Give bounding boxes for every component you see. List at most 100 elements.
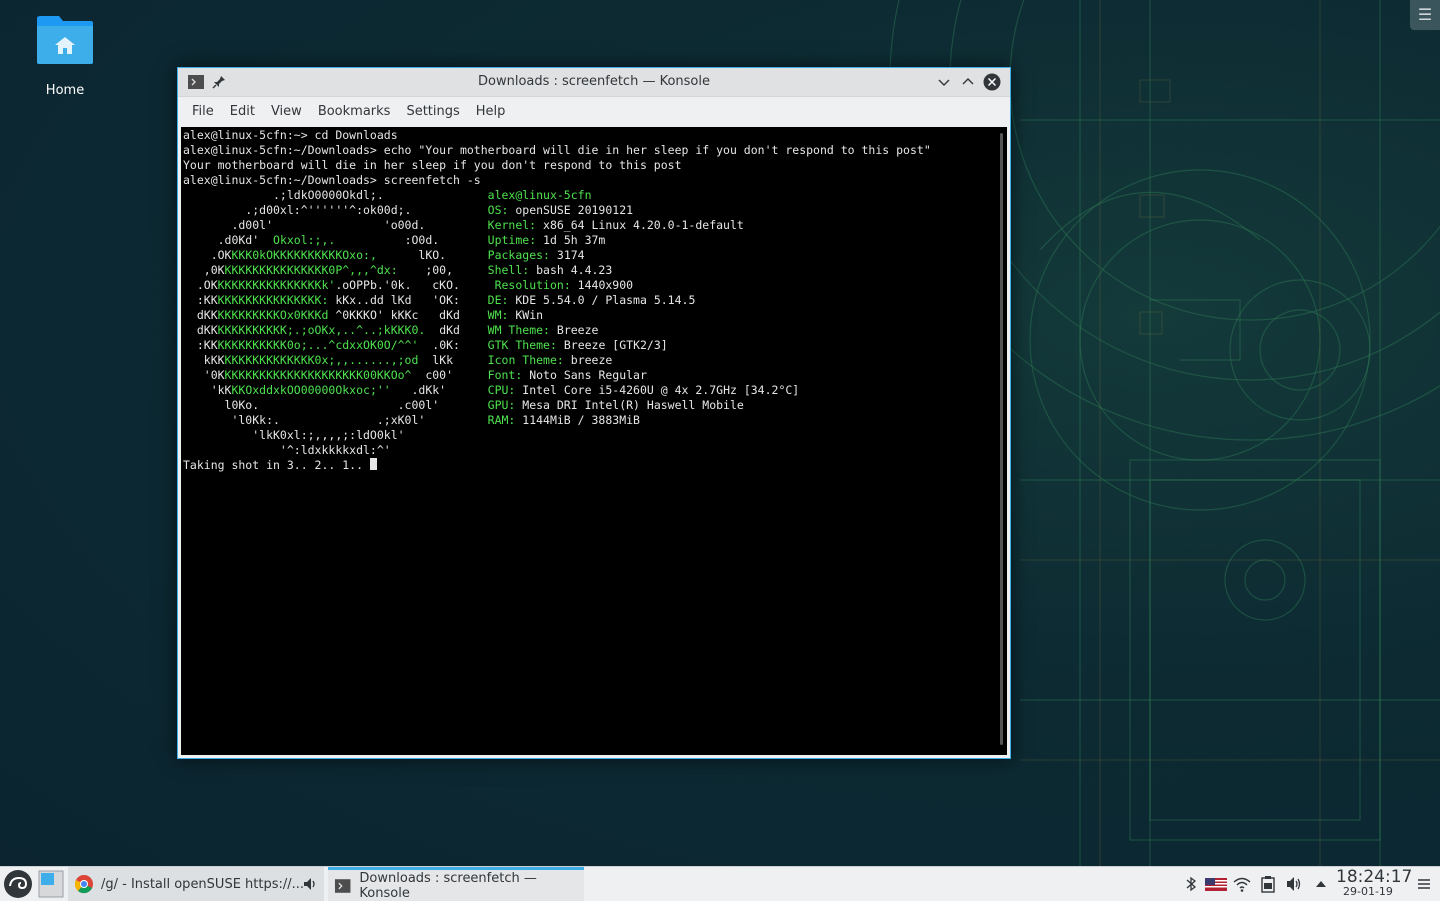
pager-desktop-icon[interactable] [38,870,64,898]
task-browser-label: /g/ - Install openSUSE https://... [101,876,305,892]
terminal-text-segment: KKOxddxkOO00000Okxoc;'' [231,383,391,397]
terminal-line: alex@linux-5cfn:~/Downloads> screenfetch… [183,173,931,188]
terminal-line: 'kKKKOxddxkOO00000Okxoc;'' .dKk' CPU: In… [183,383,931,398]
menubar: File Edit View Bookmarks Settings Help [178,97,1010,126]
terminal-text-segment: 3174 [556,248,585,262]
terminal-line: 'l0Kk:. .;xK0l' RAM: 1144MiB / 3883MiB [183,413,931,428]
terminal-text-segment: ;00, [397,263,488,277]
terminal-cursor [369,458,377,470]
terminal-text-segment: Breeze [556,323,599,337]
terminal-line: .d0Kd' Okxol:;,. :O0d. Uptime: 1d 5h 37m [183,233,931,248]
menu-view[interactable]: View [263,104,310,119]
home-label: Home [45,83,85,98]
terminal-line: l0Ko. .c00l' GPU: Mesa DRI Intel(R) Hasw… [183,398,931,413]
menu-file[interactable]: File [184,104,222,119]
terminal-text-segment: KKKKKKKKKK;.;oOKx,..^..;kKKK0. [217,323,426,337]
home-desktop-icon[interactable]: Home [30,12,100,98]
terminal-view[interactable]: alex@linux-5cfn:~> cd Downloads alex@linu… [181,127,1007,755]
folder-icon [35,12,95,66]
terminal-text-segment: .;d00xl:^''''''^:ok00d;. [183,203,488,217]
terminal-line: dKKKKKKKKKKKK;.;oOKx,..^..;kKKK0. dKd WM… [183,323,931,338]
terminal-line: '^:ldxkkkkxdl:^' [183,443,931,458]
terminal-text-segment: x86_64 Linux 4.20.0-1-default [543,218,744,232]
terminal-text-segment: RAM: [487,413,523,427]
terminal-text-segment: alex@linux-5cfn:~> cd Downloads [183,128,398,142]
terminal-text-segment: :O0d. [335,233,488,247]
terminal-text-segment: l0Ko. .c00l' [183,398,488,412]
bluetooth-icon[interactable] [1182,875,1200,893]
terminal-text-segment: KKKKKKKKKOx0KKKd [217,308,329,322]
terminal-line: '0KKKKKKKKKKKKKKKKKKKKK00KKOo^ c00' Font… [183,368,931,383]
terminal-text-segment: '0K [183,368,225,382]
task-browser[interactable]: /g/ - Install openSUSE https://... [68,867,324,901]
clock-time[interactable]: 18:24:17 [1336,867,1412,887]
terminal-text-segment: .0K: [418,338,488,352]
speaker-icon[interactable] [302,876,318,892]
terminal-text-segment: .OK [183,248,232,262]
terminal-text-segment: Font: [487,368,530,382]
window-titlebar[interactable]: Downloads : screenfetch — Konsole [178,68,1010,97]
terminal-text-segment: .OK [183,278,218,292]
terminal-text-segment: KDE 5.54.0 / Plasma 5.14.5 [515,293,696,307]
terminal-text-segment: dKd [425,323,488,337]
desktop-toolbox-button[interactable]: ☰ [1410,0,1440,30]
terminal-text-segment: GPU: [487,398,523,412]
terminal-text-segment: 'l0Kk:. .;xK0l' [183,413,488,427]
konsole-icon [334,878,351,893]
terminal-text-segment: dKK [183,308,218,322]
terminal-line: :KKKKKKKKKKKK0o;...^cdxxOK0O/^^' .0K: GT… [183,338,931,353]
terminal-scrollbar[interactable] [1000,133,1003,745]
terminal-text-segment: Noto Sans Regular [529,368,647,382]
menu-bookmarks[interactable]: Bookmarks [310,104,399,119]
terminal-text-segment: Icon Theme: [487,353,571,367]
menu-edit[interactable]: Edit [222,104,263,119]
terminal-text-segment: KWin [515,308,544,322]
terminal-text-segment: lKk [418,353,488,367]
terminal-text-segment: bash 4.4.23 [536,263,613,277]
terminal-text-segment: lKO. [376,248,488,262]
window-title: Downloads : screenfetch — Konsole [478,74,710,89]
terminal-text-segment: 'lkK0xl:;,,,,;:ldO0kl' [183,428,488,442]
terminal-text-segment: .d0Kd' [183,233,274,247]
terminal-text-segment: KKK0kOKKKKKKKKKKOxo:, [231,248,377,262]
panel-menu-icon[interactable] [1415,875,1433,893]
terminal-line: dKKKKKKKKKKKOx0KKKd ^0KKKO' kKKc dKd WM:… [183,308,931,323]
close-icon[interactable] [983,73,1001,91]
chrome-icon [74,875,93,894]
terminal-text-segment: KKKKKKKKKKKKKKKk' [217,278,336,292]
hamburger-icon: ☰ [1417,5,1433,24]
terminal-text-segment: ,0K [183,263,225,277]
terminal-line: .;d00xl:^''''''^:ok00d;. OS: openSUSE 20… [183,203,931,218]
terminal-text-segment: Your motherboard will die in her sleep i… [183,158,682,172]
terminal-line: kKKKKKKKKKKKKKKK0x;,,......,;od lKk Icon… [183,353,931,368]
terminal-text-segment: KKKKKKKKKKKKK0x;,,......,;od [224,353,419,367]
terminal-text-segment: GTK Theme: [487,338,564,352]
minimize-icon[interactable] [935,73,953,91]
terminal-line: .d00l' 'o00d. Kernel: x86_64 Linux 4.20.… [183,218,931,233]
menu-help[interactable]: Help [468,104,514,119]
menu-settings[interactable]: Settings [398,104,467,119]
terminal-text-segment: Breeze [GTK2/3] [563,338,668,352]
clipboard-icon[interactable] [1259,875,1277,893]
terminal-text-segment: Packages: [487,248,557,262]
terminal-text-segment: Shell: [487,263,537,277]
clock-date[interactable]: 29-01-19 [1343,885,1393,898]
terminal-text-segment: WM Theme: [487,323,557,337]
terminal-text-segment: Kernel: [487,218,544,232]
terminal-text-segment: OS: [487,203,516,217]
wifi-icon[interactable] [1233,875,1251,893]
maximize-icon[interactable] [959,73,977,91]
terminal-text-segment: Mesa DRI Intel(R) Haswell Mobile [522,398,744,412]
terminal-text-segment: kKK [183,353,225,367]
terminal-text-segment: DE: [487,293,516,307]
tray-expand-icon[interactable] [1312,875,1330,893]
application-launcher-icon[interactable] [3,869,33,899]
terminal-text-segment: Resolution: [494,278,578,292]
volume-icon[interactable] [1285,875,1303,893]
task-konsole[interactable]: Downloads : screenfetch — Konsole [328,867,584,901]
terminal-line: Taking shot in 3.. 2.. 1.. [183,458,931,473]
keyboard-layout-us-flag-icon[interactable] [1205,875,1227,893]
terminal-text-segment: .d00l' 'o00d. [183,218,488,232]
terminal-line: Your motherboard will die in her sleep i… [183,158,931,173]
terminal-line: alex@linux-5cfn:~/Downloads> echo "Your … [183,143,931,158]
